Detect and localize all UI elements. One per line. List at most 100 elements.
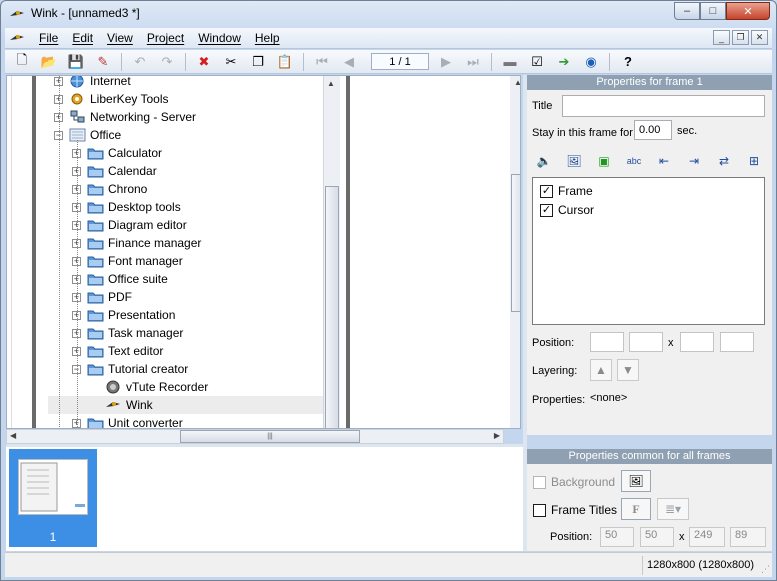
position-label: Position: xyxy=(532,337,575,349)
frame-editor-canvas[interactable]: + Internet + LiberKey Tools + Networking - Se… xyxy=(6,75,521,429)
mdi-close-button[interactable]: ✕ xyxy=(751,30,768,45)
frame-thumbnail-label[interactable]: 1 xyxy=(9,528,97,547)
preview-icon[interactable]: ◉ xyxy=(580,52,602,72)
screenshot-border-left xyxy=(32,76,36,428)
canvas-horizontal-scrollbar[interactable]: ◀ ||| ▶ xyxy=(6,429,504,444)
canvas-vertical-scroll-thumb[interactable] xyxy=(511,174,520,312)
title-position-y1[interactable]: 50 xyxy=(640,527,674,547)
title-position-x1[interactable]: 50 xyxy=(600,527,634,547)
layer-up-button[interactable]: ▲ xyxy=(590,359,612,381)
minimize-button[interactable]: – xyxy=(674,2,700,20)
open-folder-icon[interactable]: 📂 xyxy=(38,52,60,72)
undo-icon[interactable]: ↶ xyxy=(129,52,151,72)
document-icon[interactable] xyxy=(9,31,25,45)
menu-view[interactable]: View xyxy=(107,31,133,45)
add-shape-icon[interactable]: ▣ xyxy=(593,152,615,170)
tree-item-label: LiberKey Tools xyxy=(90,92,169,106)
list-item-cursor[interactable]: ✓ Cursor xyxy=(540,203,594,217)
window-title: Wink - [unnamed3 *] xyxy=(31,6,140,20)
menu-items: File Edit View Project Window Help xyxy=(39,31,294,45)
mdi-restore-button[interactable]: ❐ xyxy=(732,30,749,45)
toolbar-separator xyxy=(303,52,304,71)
cut-icon[interactable]: ✂ xyxy=(220,52,242,72)
folder-icon xyxy=(87,362,108,376)
add-back-button-icon[interactable]: ⇤ xyxy=(653,152,675,170)
tree-item-label: Finance manager xyxy=(108,236,202,250)
prev-frame-icon[interactable]: ◀ xyxy=(338,52,360,72)
new-file-icon[interactable]: 🗋 xyxy=(11,52,33,72)
folder-icon xyxy=(87,326,108,340)
paste-icon[interactable]: 📋 xyxy=(274,52,296,72)
menu-project[interactable]: Project xyxy=(147,31,184,45)
properties-value: <none> xyxy=(590,392,628,404)
canvas-horizontal-scroll-thumb[interactable]: ||| xyxy=(180,430,360,443)
render-icon[interactable]: ✎ xyxy=(92,52,114,72)
list-item-frame[interactable]: ✓ Frame xyxy=(540,184,593,198)
frame-checkbox[interactable]: ✓ xyxy=(540,184,553,198)
copy-icon[interactable]: ❐ xyxy=(247,52,269,72)
position-x-field[interactable] xyxy=(590,332,624,352)
image-icon: 🖼 xyxy=(628,474,644,488)
folder-icon xyxy=(87,344,108,358)
folder-icon xyxy=(87,272,108,286)
first-frame-icon[interactable]: ⏮ xyxy=(311,52,333,72)
next-frame-icon[interactable]: ▶ xyxy=(435,52,457,72)
close-button[interactable]: ✕ xyxy=(726,2,770,20)
alignment-dropdown[interactable]: ≣▾ xyxy=(657,498,689,520)
tree-item-label: Calendar xyxy=(108,164,157,178)
frame-filmstrip: 1 xyxy=(6,447,523,551)
add-link-icon[interactable]: ⇄ xyxy=(713,152,735,170)
frame-items-list[interactable]: ✓ Frame ✓ Cursor xyxy=(532,177,765,325)
tree-item: + Calculator xyxy=(48,144,162,162)
align-lines-icon: ≣▾ xyxy=(664,502,682,516)
frame-titles-checkbox[interactable] xyxy=(533,503,546,517)
layer-down-button[interactable]: ▼ xyxy=(617,359,639,381)
seconds-unit-label: sec. xyxy=(677,125,698,137)
add-text-icon[interactable]: abc xyxy=(623,152,645,170)
save-icon[interactable]: 💾 xyxy=(65,52,87,72)
network-icon xyxy=(69,110,90,124)
menu-edit[interactable]: Edit xyxy=(72,31,93,45)
delete-icon[interactable]: ✖ xyxy=(193,52,215,72)
title-position-x2[interactable]: 249 xyxy=(689,527,725,547)
last-frame-icon[interactable]: ⏭ xyxy=(462,52,484,72)
background-checkbox[interactable] xyxy=(533,475,546,489)
title-position-y2[interactable]: 89 xyxy=(730,527,766,547)
background-option[interactable]: Background xyxy=(533,475,615,489)
tree-item-label: Wink xyxy=(126,398,153,412)
canvas-vertical-scrollbar[interactable]: ▲ xyxy=(510,76,520,428)
background-image-button[interactable]: 🖼 xyxy=(621,470,651,492)
mdi-minimize-button[interactable]: _ xyxy=(713,30,730,45)
font-button[interactable]: F xyxy=(621,498,651,520)
menu-help[interactable]: Help xyxy=(255,31,280,45)
export-arrow-icon[interactable]: ➔ xyxy=(553,52,575,72)
add-audio-icon[interactable]: 🔈 xyxy=(533,152,555,170)
add-next-button-icon[interactable]: ⇥ xyxy=(683,152,705,170)
properties-icon[interactable]: ☑ xyxy=(526,52,548,72)
add-group-icon[interactable]: ⊞ xyxy=(743,152,765,170)
stay-duration-input[interactable]: 0.00 xyxy=(634,120,672,140)
capture-icon[interactable]: ▬ xyxy=(499,52,521,72)
title-input[interactable] xyxy=(562,95,765,117)
menu-file[interactable]: File xyxy=(39,31,58,45)
resize-grip-icon[interactable]: ⋰ xyxy=(761,564,770,575)
scroll-right-arrow-icon[interactable]: ▶ xyxy=(494,431,500,440)
add-image-icon[interactable]: 🖼 xyxy=(563,152,585,170)
width-field[interactable] xyxy=(680,332,714,352)
menu-window[interactable]: Window xyxy=(198,31,241,45)
frame-thumbnail[interactable] xyxy=(9,449,97,528)
help-icon[interactable]: ? xyxy=(617,52,639,72)
folder-icon xyxy=(87,200,108,214)
frame-titles-option[interactable]: Frame Titles xyxy=(533,503,617,517)
scroll-up-arrow-icon[interactable]: ▲ xyxy=(514,78,520,87)
tree-item-label: Presentation xyxy=(108,308,176,322)
position-y-field[interactable] xyxy=(629,332,663,352)
height-field[interactable] xyxy=(720,332,754,352)
tree-item-label: Tutorial creator xyxy=(108,362,189,376)
folder-icon xyxy=(87,308,108,322)
cursor-checkbox[interactable]: ✓ xyxy=(540,203,553,217)
frame-titles-label: Frame Titles xyxy=(551,503,618,517)
redo-icon[interactable]: ↷ xyxy=(156,52,178,72)
scroll-left-arrow-icon[interactable]: ◀ xyxy=(10,431,16,440)
maximize-button[interactable]: □ xyxy=(700,2,726,20)
